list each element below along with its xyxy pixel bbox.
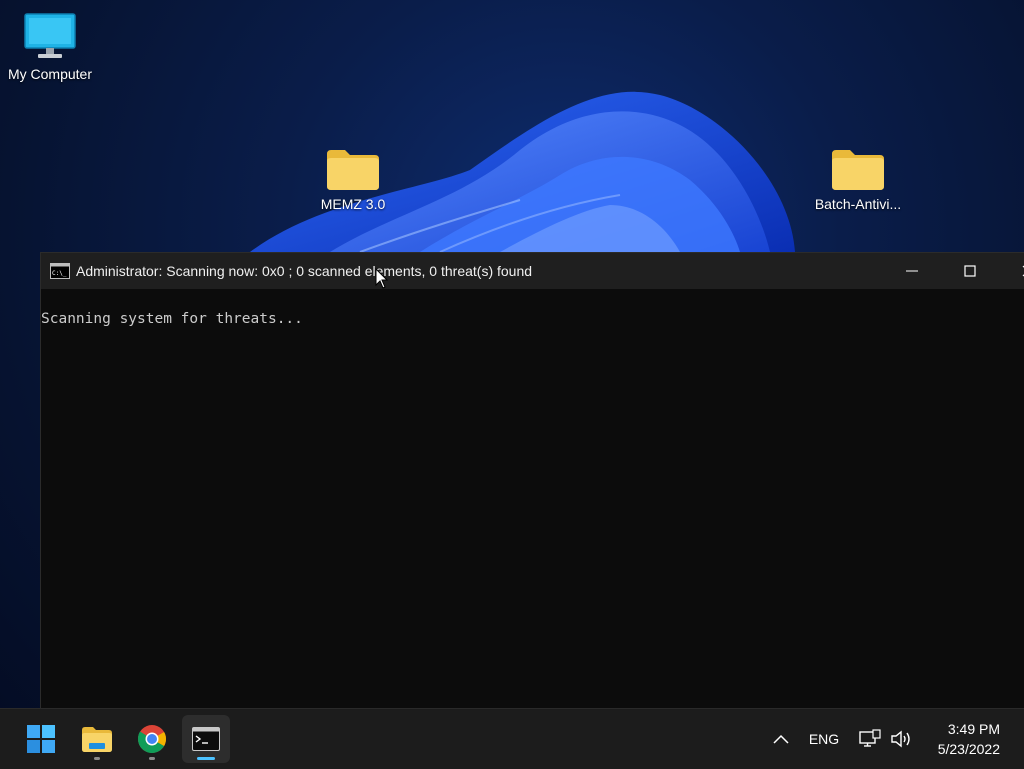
console-title: Administrator: Scanning now: 0x0 ; 0 sca… [76,263,533,279]
close-button[interactable] [999,253,1024,289]
clock[interactable]: 3:49 PM 5/23/2022 [938,719,1000,759]
taskbar: ENG 3:49 PM 5/23/2022 [0,708,1024,769]
clock-time: 3:49 PM [947,721,1000,737]
maximize-icon [964,265,976,277]
taskbar-chrome[interactable] [128,715,176,763]
folder-icon [327,150,379,190]
desktop-icon-label: Batch-Antivi... [814,196,902,212]
show-hidden-icons-button[interactable] [766,709,796,769]
command-prompt-icon: C:\_ [50,263,70,279]
desktop-icon-label: My Computer [7,66,93,82]
language-indicator[interactable]: ENG [804,709,844,769]
taskbar-command-prompt[interactable] [182,715,230,763]
file-explorer-icon [82,727,112,752]
computer-icon [24,13,76,58]
console-titlebar[interactable]: C:\_ Administrator: Scanning now: 0x0 ; … [41,253,1024,289]
network-icon [859,729,881,747]
desktop-icon-memz[interactable]: MEMZ 3.0 [303,146,403,212]
volume-icon [891,730,910,748]
mouse-cursor-icon [375,268,389,289]
console-output[interactable]: Scanning system for threats... [41,289,1024,327]
active-indicator [197,757,215,760]
desktop-icon-my-computer[interactable]: My Computer [0,12,100,82]
chevron-up-icon [773,734,789,744]
console-line: Scanning system for threats... [41,311,303,327]
windows-start-icon [27,725,55,753]
maximize-button[interactable] [941,253,999,289]
desktop-icon-batch-antivirus[interactable]: Batch-Antivi... [808,146,908,212]
running-indicator [149,757,155,760]
volume-button[interactable] [888,709,914,769]
chrome-icon [137,725,166,753]
console-window[interactable]: C:\_ Administrator: Scanning now: 0x0 ; … [40,252,1024,713]
minimize-icon [906,270,918,272]
network-button[interactable] [856,709,884,769]
clock-date: 5/23/2022 [937,741,1000,757]
svg-text:C:\_: C:\_ [52,270,67,277]
minimize-button[interactable] [883,253,941,289]
language-label: ENG [808,731,840,747]
folder-icon [832,150,884,190]
desktop-icon-label: MEMZ 3.0 [320,196,386,212]
command-prompt-icon [192,727,220,751]
start-button[interactable] [17,715,65,763]
running-indicator [94,757,100,760]
taskbar-file-explorer[interactable] [73,715,121,763]
